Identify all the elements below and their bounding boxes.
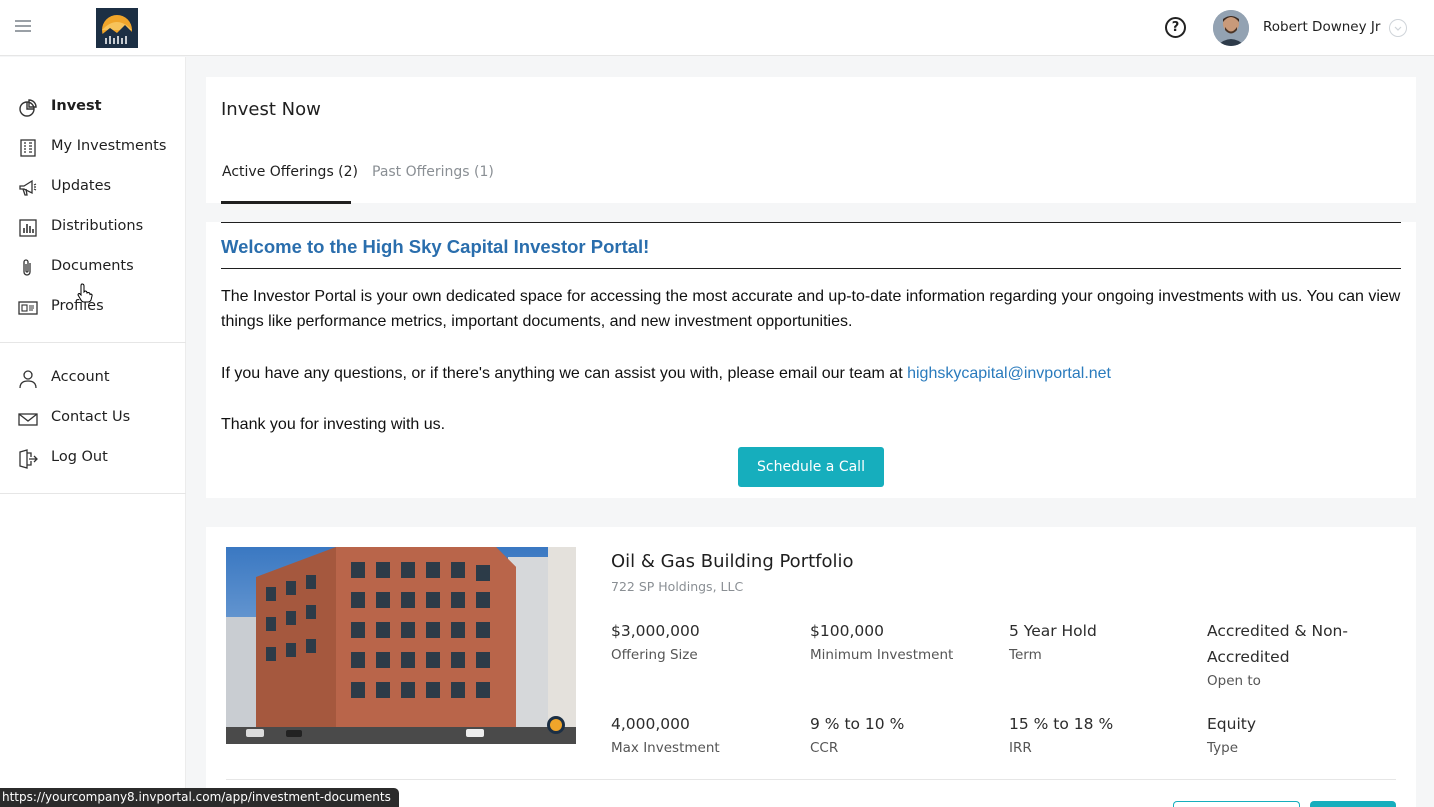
sidebar-item-label: Documents [51, 258, 134, 274]
sidebar-item-label: Contact Us [51, 409, 131, 425]
id-card-icon [18, 298, 38, 318]
sidebar-item-my-investments[interactable]: My Investments [0, 130, 186, 164]
stat-max-investment: 4,000,000 Max Investment [611, 711, 801, 759]
megaphone-icon [18, 178, 38, 198]
welcome-paragraph-2-text: If you have any questions, or if there's… [221, 365, 908, 382]
tab-past-offerings[interactable]: Past Offerings (1) [372, 164, 494, 180]
sidebar-item-label: My Investments [51, 138, 167, 154]
stat-label: Open to [1207, 673, 1261, 689]
divider-bottom [221, 268, 1401, 269]
pie-chart-icon [18, 98, 38, 118]
chevron-down-icon[interactable] [1389, 19, 1407, 37]
stat-value-line-1: Accredited & Non- [1207, 622, 1348, 640]
welcome-paragraph-2: If you have any questions, or if there's… [221, 361, 1111, 386]
stat-label: Term [1009, 647, 1042, 663]
company-logo[interactable] [96, 8, 138, 48]
welcome-title: Welcome to the High Sky Capital Investor… [221, 236, 650, 257]
status-bar-url: https://yourcompany8.invportal.com/app/i… [0, 788, 399, 807]
welcome-section: Welcome to the High Sky Capital Investor… [221, 222, 1401, 499]
sidebar-item-label: Account [51, 369, 110, 385]
stat-value: 15 % to 18 % [1009, 715, 1114, 733]
page-title: Invest Now [221, 99, 321, 120]
stat-value-line-2: Accredited [1207, 648, 1290, 666]
sidebar-item-invest[interactable]: Invest [0, 90, 186, 124]
hamburger-menu-icon[interactable] [15, 20, 31, 32]
offering-image[interactable] [226, 547, 576, 744]
stat-label: IRR [1009, 740, 1032, 756]
schedule-call-button[interactable]: Schedule a Call [738, 447, 884, 487]
sidebar-item-profiles[interactable]: Profiles [0, 290, 186, 324]
active-tab-indicator [221, 201, 351, 204]
building-icon [18, 138, 38, 158]
offering-card[interactable]: Oil & Gas Building Portfolio 722 SP Hold… [206, 527, 1416, 807]
welcome-paragraph-3: Thank you for investing with us. [221, 416, 446, 433]
paperclip-icon [18, 258, 38, 278]
sidebar-item-distributions[interactable]: Distributions [0, 210, 186, 244]
stat-irr: 15 % to 18 % IRR [1009, 711, 1199, 759]
divider-top [221, 222, 1401, 223]
sidebar-item-label: Invest [51, 98, 102, 114]
sidebar-divider [0, 493, 186, 494]
welcome-paragraph-1: The Investor Portal is your own dedicate… [221, 284, 1400, 334]
sidebar: Invest My Investments Updates Distributi… [0, 57, 186, 807]
invest-now-card: Invest Now Active Offerings (2) Past Off… [206, 77, 1416, 204]
stat-label: Type [1207, 740, 1239, 756]
stat-label: Minimum Investment [810, 647, 954, 663]
stat-value: 5 Year Hold [1009, 622, 1097, 640]
offering-title[interactable]: Oil & Gas Building Portfolio [611, 551, 854, 572]
welcome-paragraph-1-line-1: The Investor Portal is your own dedicate… [221, 288, 1401, 305]
sidebar-item-account[interactable]: Account [0, 361, 186, 395]
bar-chart-icon [18, 218, 38, 238]
stat-value: Equity [1207, 715, 1257, 733]
stat-value: 4,000,000 [611, 715, 690, 733]
stat-value: $3,000,000 [611, 622, 700, 640]
stat-offering-size: $3,000,000 Offering Size [611, 618, 801, 666]
sidebar-item-label: Updates [51, 178, 112, 194]
offering-primary-button[interactable] [1310, 801, 1396, 807]
stat-value: 9 % to 10 % [810, 715, 905, 733]
welcome-paragraph-1-line-2: things like performance metrics, importa… [221, 313, 853, 330]
stat-label: Offering Size [611, 647, 698, 663]
user-icon [18, 369, 38, 389]
stat-open-to: Accredited & Non- Accredited Open to [1207, 618, 1397, 692]
tab-active-offerings[interactable]: Active Offerings (2) [222, 164, 358, 180]
top-header: ? Robert Downey Jr [0, 0, 1434, 56]
user-name[interactable]: Robert Downey Jr [1263, 19, 1380, 35]
sidebar-item-updates[interactable]: Updates [0, 170, 186, 204]
sidebar-item-contact-us[interactable]: Contact Us [0, 401, 186, 435]
hand-cursor-icon [77, 283, 93, 307]
sidebar-item-log-out[interactable]: Log Out [0, 441, 186, 475]
avatar[interactable] [1213, 10, 1249, 46]
envelope-icon [18, 409, 38, 429]
stat-value: $100,000 [810, 622, 884, 640]
stat-label: CCR [810, 740, 839, 756]
sidebar-item-label: Log Out [51, 449, 108, 465]
stat-type: Equity Type [1207, 711, 1397, 759]
logout-icon [18, 449, 38, 469]
sidebar-divider [0, 342, 186, 343]
sidebar-item-label: Distributions [51, 218, 144, 234]
stat-ccr: 9 % to 10 % CCR [810, 711, 1000, 759]
offering-divider [226, 779, 1396, 780]
offering-secondary-button[interactable] [1173, 801, 1300, 807]
help-icon[interactable]: ? [1165, 17, 1186, 38]
sidebar-item-documents[interactable]: Documents [0, 250, 186, 284]
stat-label: Max Investment [611, 740, 720, 756]
email-link[interactable]: highskycapital@invportal.net [907, 365, 1111, 382]
stat-minimum-investment: $100,000 Minimum Investment [810, 618, 1000, 666]
stat-term: 5 Year Hold Term [1009, 618, 1199, 666]
offering-sponsor: 722 SP Holdings, LLC [611, 579, 744, 594]
